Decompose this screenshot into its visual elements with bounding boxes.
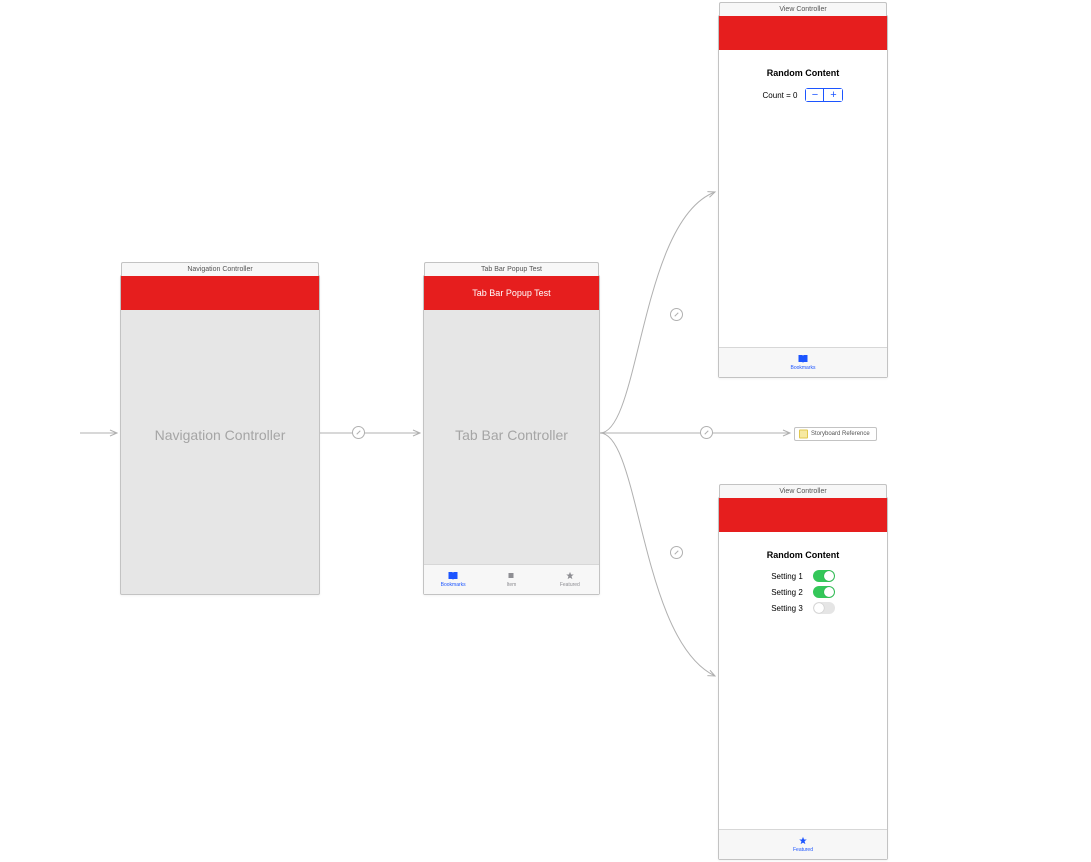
featured-icon <box>797 836 809 846</box>
tabitem-featured[interactable]: Featured <box>541 565 599 594</box>
scene-body: Random Content Count = 0 − + <box>719 50 887 347</box>
setting-switch-1[interactable] <box>813 570 835 582</box>
counter-row: Count = 0 − + <box>719 88 887 102</box>
tabitem-label: Featured <box>793 847 813 853</box>
tabitem-featured[interactable]: Featured <box>719 830 887 859</box>
section-title: Random Content <box>719 550 887 560</box>
scene-view-controller-settings[interactable]: View Controller Random Content Setting 1… <box>718 497 888 860</box>
scene-title: Tab Bar Popup Test <box>424 262 599 276</box>
navbar <box>121 276 319 310</box>
tabitem-label: Featured <box>560 582 580 588</box>
tab-bar: Featured <box>719 829 887 859</box>
bookmarks-icon <box>797 354 809 364</box>
tab-bar: Bookmarks <box>719 347 887 377</box>
scene-body-label: Navigation Controller <box>121 427 319 443</box>
stepper-plus-button[interactable]: + <box>824 89 842 101</box>
scene-title: View Controller <box>719 2 887 16</box>
setting-label: Setting 2 <box>771 588 803 597</box>
count-label: Count = 0 <box>763 91 798 100</box>
storyboard-reference-label: Storyboard Reference <box>811 431 870 437</box>
scene-navigation-controller[interactable]: Navigation Controller Navigation Control… <box>120 275 320 595</box>
setting-label: Setting 3 <box>771 604 803 613</box>
scene-view-controller-counter[interactable]: View Controller Random Content Count = 0… <box>718 15 888 378</box>
segue-badge-vc2[interactable] <box>670 546 683 559</box>
tab-bar: Bookmarks Item Featured <box>424 564 599 594</box>
setting-row-1: Setting 1 <box>719 570 887 582</box>
featured-icon <box>564 571 576 581</box>
scene-body: Random Content Setting 1 Setting 2 Setti… <box>719 532 887 829</box>
segue-badge-vc1[interactable] <box>670 308 683 321</box>
setting-switch-2[interactable] <box>813 586 835 598</box>
navbar: Tab Bar Popup Test <box>424 276 599 310</box>
navbar <box>719 498 887 532</box>
setting-row-2: Setting 2 <box>719 586 887 598</box>
setting-label: Setting 1 <box>771 572 803 581</box>
tabitem-label: Item <box>507 582 517 588</box>
stepper-minus-button[interactable]: − <box>806 89 824 101</box>
storyboard-canvas[interactable]: Navigation Controller Navigation Control… <box>0 0 1091 862</box>
scene-title: Navigation Controller <box>121 262 319 276</box>
setting-row-3: Setting 3 <box>719 602 887 614</box>
bookmarks-icon <box>447 571 459 581</box>
tabitem-item[interactable]: Item <box>482 565 540 594</box>
tabitem-label: Bookmarks <box>790 365 815 371</box>
count-stepper[interactable]: − + <box>805 88 843 102</box>
navbar <box>719 16 887 50</box>
item-icon <box>505 571 517 581</box>
storyboard-reference[interactable]: Storyboard Reference <box>794 427 877 441</box>
tabitem-bookmarks[interactable]: Bookmarks <box>424 565 482 594</box>
scene-body-label: Tab Bar Controller <box>424 427 599 443</box>
scene-title: View Controller <box>719 484 887 498</box>
tabitem-bookmarks[interactable]: Bookmarks <box>719 348 887 377</box>
segue-badge-root[interactable] <box>352 426 365 439</box>
tabitem-label: Bookmarks <box>441 582 466 588</box>
section-title: Random Content <box>719 68 887 78</box>
segue-badge-storyref[interactable] <box>700 426 713 439</box>
scene-tab-bar-controller[interactable]: Tab Bar Popup Test Tab Bar Popup Test Ta… <box>423 275 600 595</box>
setting-switch-3[interactable] <box>813 602 835 614</box>
